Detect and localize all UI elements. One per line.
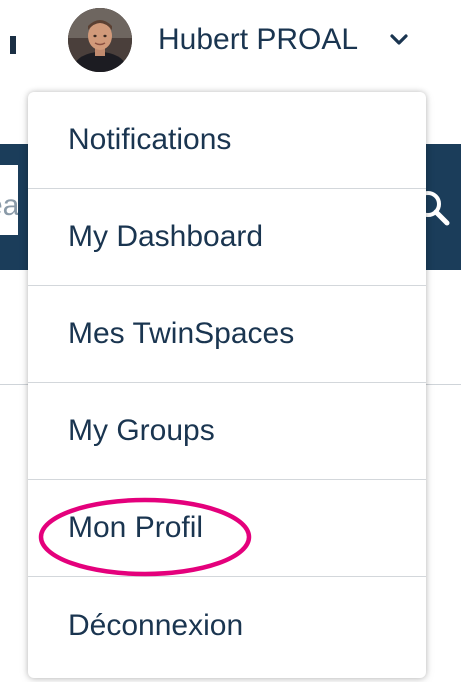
menu-item-my-groups[interactable]: My Groups [28,383,426,480]
menu-item-twinspaces[interactable]: Mes TwinSpaces [28,286,426,383]
menu-item-label: Mes TwinSpaces [68,317,295,350]
menu-item-label: Notifications [68,123,232,156]
search-input-placeholder: ea [0,189,18,222]
menu-item-my-dashboard[interactable]: My Dashboard [28,189,426,286]
user-dropdown-menu: Notifications My Dashboard Mes TwinSpace… [28,92,426,678]
menu-item-label: My Dashboard [68,220,264,253]
menu-item-label: My Groups [68,414,215,447]
user-photo-avatar [68,8,132,72]
menu-item-mon-profil[interactable]: Mon Profil [28,480,426,577]
nav-edge-mark [10,36,16,54]
menu-item-notifications[interactable]: Notifications [28,92,426,189]
user-name[interactable]: Hubert PROAL [158,23,358,57]
menu-item-deconnexion[interactable]: Déconnexion [28,577,426,674]
chevron-down-icon[interactable] [388,29,410,51]
menu-item-label: Déconnexion [68,608,244,642]
page: ea Hubert PROAL [0,0,461,682]
user-menu-toggle[interactable]: Hubert PROAL [68,8,438,72]
search-input[interactable]: ea [0,165,18,235]
menu-item-label: Mon Profil [68,511,204,544]
avatar[interactable] [68,8,132,72]
